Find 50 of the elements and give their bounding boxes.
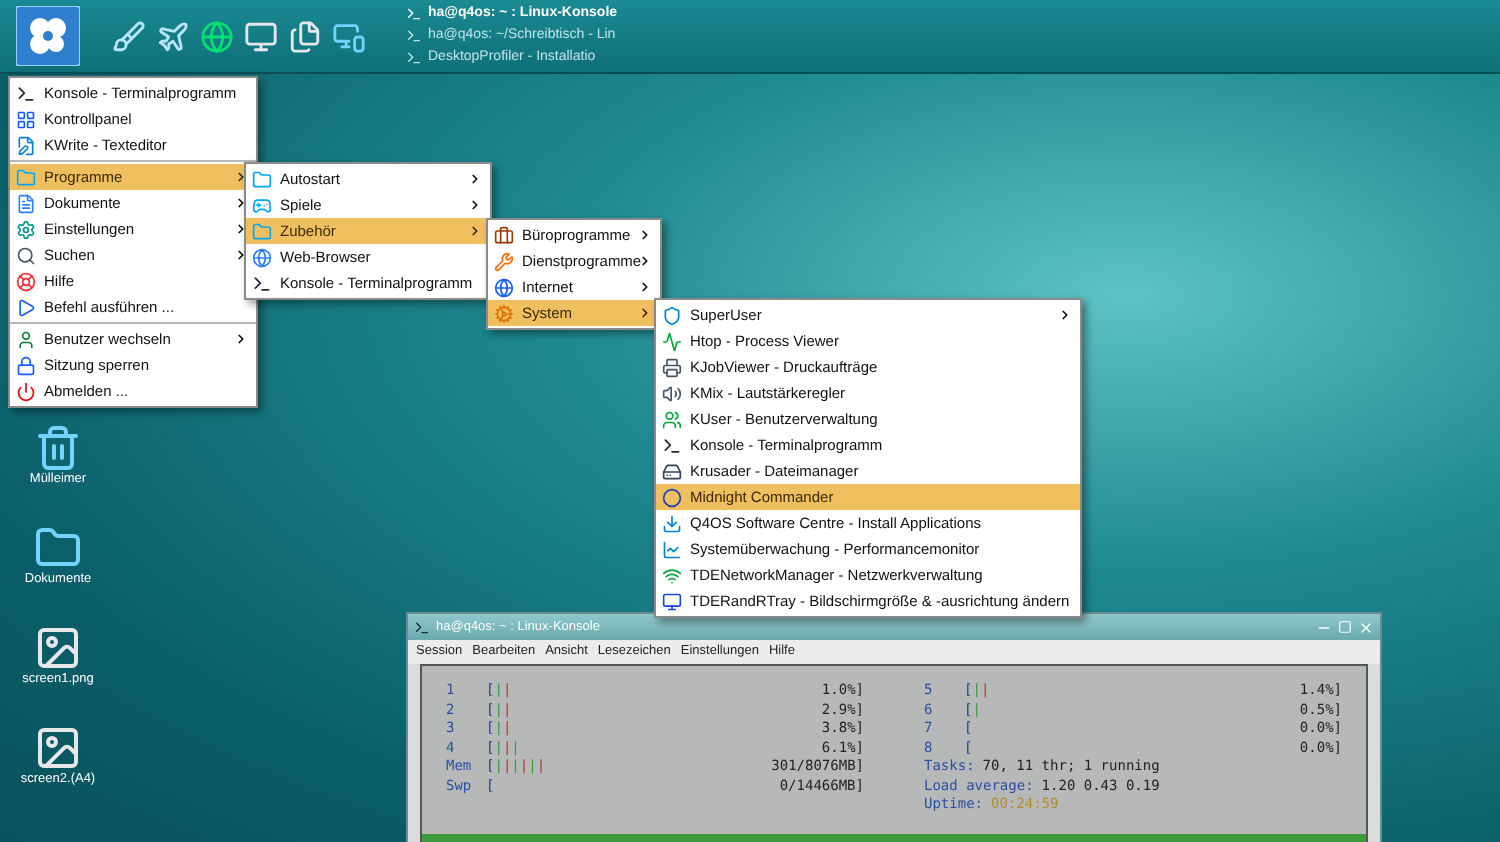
trash-icon[interactable]	[34, 424, 82, 472]
files-icon[interactable]	[288, 19, 322, 53]
folder-icon	[252, 221, 272, 241]
gamepad-icon	[252, 195, 272, 215]
disc-icon	[662, 487, 682, 507]
window-icon	[406, 50, 422, 66]
speaker-icon	[662, 383, 682, 403]
window-icon	[406, 6, 422, 22]
chart-icon	[662, 539, 682, 559]
settings-icon	[16, 219, 36, 239]
shield-icon	[662, 305, 682, 325]
folder-icon[interactable]	[34, 524, 82, 572]
lock-icon	[16, 355, 36, 375]
drive-icon	[662, 461, 682, 481]
folder-icon	[252, 169, 272, 189]
download-icon	[662, 513, 682, 533]
search-icon	[16, 245, 36, 265]
terminal-icon	[252, 273, 272, 293]
printer-icon	[662, 357, 682, 377]
monitor-icon[interactable]	[244, 19, 278, 53]
image-file-icon[interactable]	[34, 724, 82, 772]
text-editor-icon	[16, 135, 36, 155]
globe-icon	[494, 277, 514, 297]
plane-icon[interactable]	[156, 19, 190, 53]
globe-icon[interactable]	[200, 19, 234, 53]
folder-icon	[16, 167, 36, 187]
users-icon	[662, 409, 682, 429]
brush-icon[interactable]	[112, 19, 146, 53]
wrench-icon	[494, 251, 514, 271]
close-icon[interactable]	[1358, 619, 1374, 635]
gears-icon	[494, 303, 514, 323]
image-file-icon[interactable]	[34, 624, 82, 672]
terminal-icon	[414, 619, 430, 635]
activity-icon	[662, 331, 682, 351]
power-icon	[16, 381, 36, 401]
maximize-icon[interactable]	[1338, 620, 1352, 634]
user-icon	[16, 329, 36, 349]
globe-icon	[252, 247, 272, 267]
briefcase-icon	[494, 225, 514, 245]
monitor-icon	[662, 591, 682, 611]
document-icon	[16, 193, 36, 213]
control-panel-icon	[16, 109, 36, 129]
help-icon	[16, 271, 36, 291]
start-button[interactable]	[16, 6, 80, 66]
run-icon	[16, 297, 36, 317]
network-icon	[662, 565, 682, 585]
window-icon	[406, 28, 422, 44]
terminal-icon	[16, 83, 36, 103]
display-icon[interactable]	[332, 19, 366, 53]
terminal-icon	[662, 435, 682, 455]
